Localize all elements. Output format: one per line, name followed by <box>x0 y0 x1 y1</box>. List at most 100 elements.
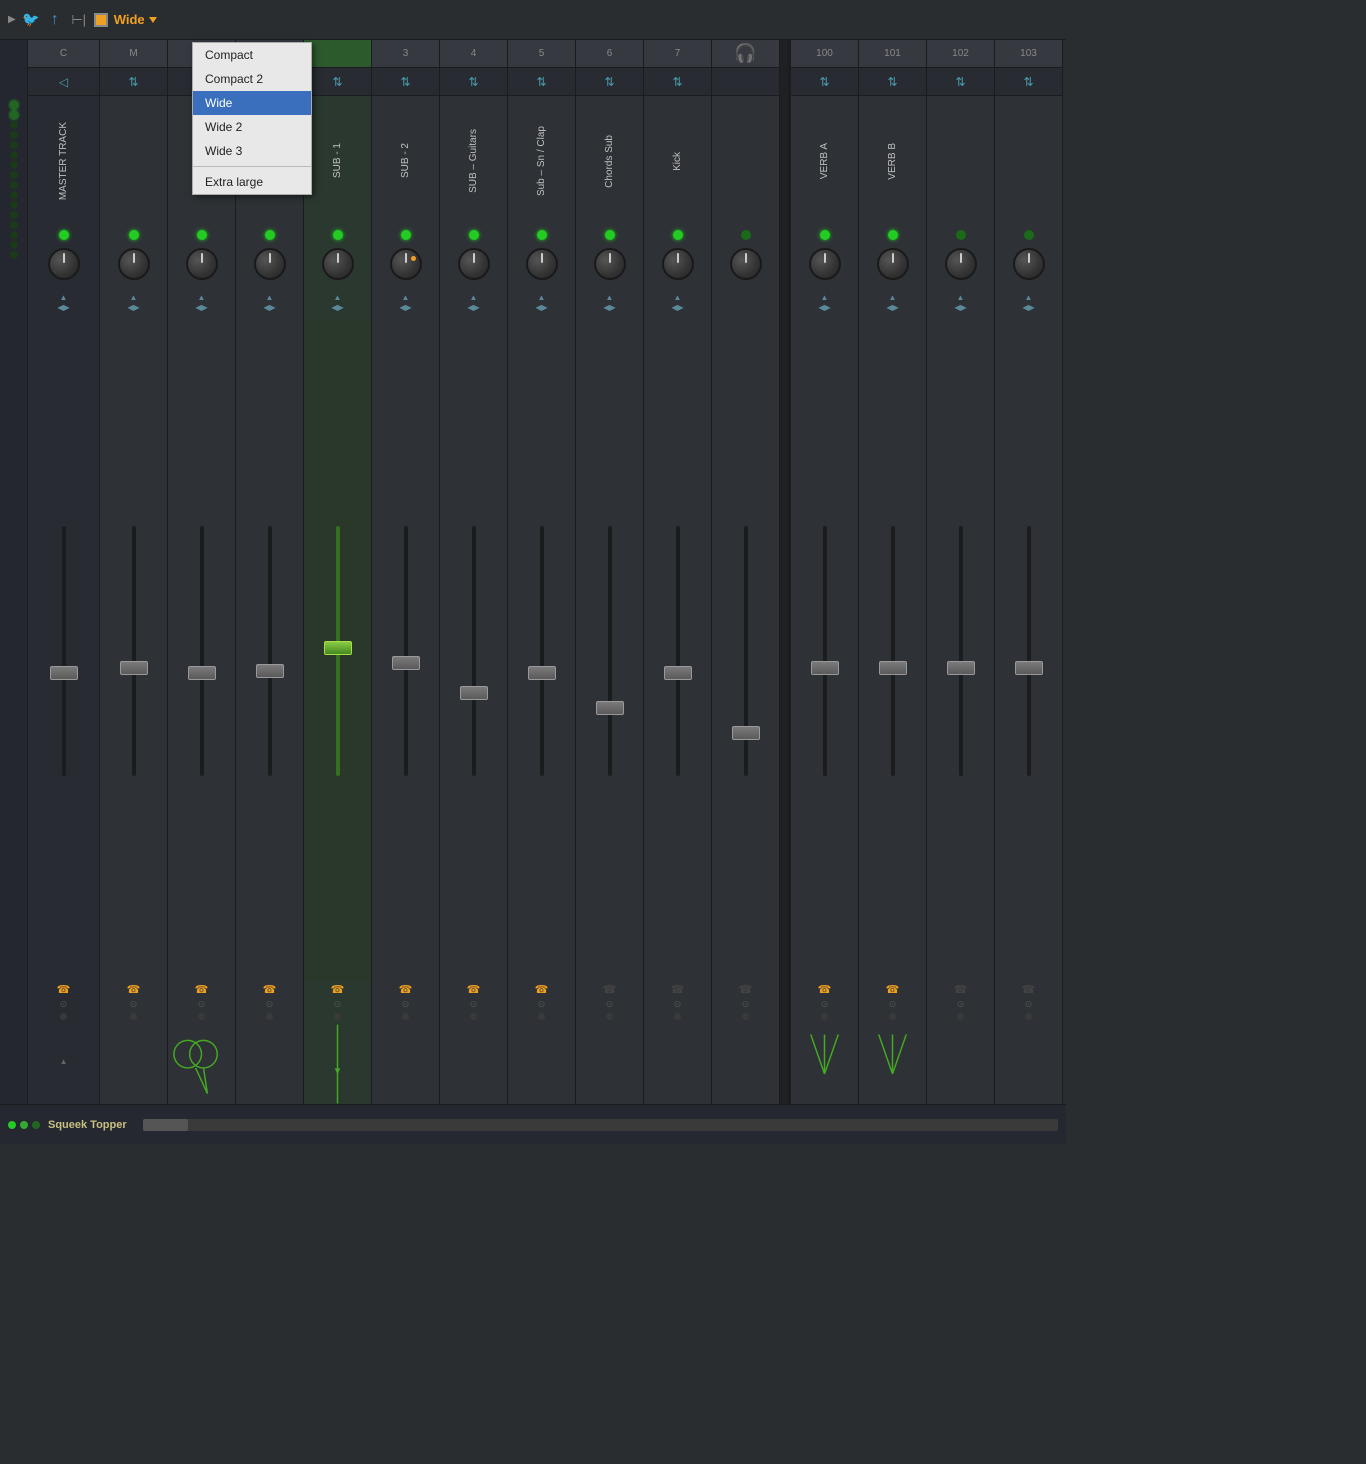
knob-m[interactable] <box>118 248 150 280</box>
view-dropdown-trigger[interactable]: Wide <box>114 12 157 27</box>
channel-101: 101 ⇅ VERB B ▲ ◀▶ <box>859 40 927 1104</box>
view-dropdown-menu: Compact Compact 2 Wide Wide 2 Wide 3 Ext… <box>192 42 312 195</box>
send-btn-m[interactable]: ☎ <box>127 985 141 996</box>
led-4 <box>469 230 479 240</box>
knob-100[interactable] <box>809 248 841 280</box>
skip-icon[interactable]: ⊢| <box>70 11 88 29</box>
dropdown-item-compact[interactable]: Compact <box>193 43 311 67</box>
view-label: Wide <box>114 12 145 27</box>
led-sub1 <box>333 230 343 240</box>
ch-num-m[interactable]: M <box>100 40 167 68</box>
knob-4[interactable] <box>458 248 490 280</box>
scale-led-11 <box>10 201 18 209</box>
scale-led-15 <box>10 241 18 249</box>
led-8 <box>741 230 751 240</box>
knob-3[interactable] <box>390 248 422 280</box>
channel-group-gap <box>780 40 788 1104</box>
channel-master: C ◁ MASTER TRACK ▲ ◀▶ <box>28 40 100 1104</box>
left-channel-group: C ◁ MASTER TRACK ▲ ◀▶ <box>28 40 780 1104</box>
ch-name-m <box>100 96 167 226</box>
knob-mono[interactable] <box>186 248 218 280</box>
fader-101[interactable] <box>879 661 907 675</box>
send-btn-4[interactable]: ☎ <box>467 985 481 996</box>
bird-icon[interactable]: 🐦 <box>22 11 40 29</box>
scale-led-7 <box>10 161 18 169</box>
send-btn-5[interactable]: ☎ <box>535 985 549 996</box>
dropdown-item-xl[interactable]: Extra large <box>193 170 311 194</box>
dot-m[interactable] <box>130 1013 137 1020</box>
dropdown-arrow-icon <box>149 17 157 23</box>
svg-text:▼: ▼ <box>333 1066 343 1077</box>
status-label: Squeek Topper <box>48 1119 127 1131</box>
knob-101[interactable] <box>877 248 909 280</box>
knob-103[interactable] <box>1013 248 1045 280</box>
send-btn-101[interactable]: ☎ <box>886 985 900 996</box>
knob-102[interactable] <box>945 248 977 280</box>
send-btn-mono[interactable]: ☎ <box>195 985 209 996</box>
send-btn-6[interactable]: ☎ <box>603 985 617 996</box>
knob-master[interactable] <box>28 244 99 284</box>
knob-7[interactable] <box>662 248 694 280</box>
fader-mono[interactable] <box>188 666 216 680</box>
scale-led-5 <box>10 141 18 149</box>
app-wrapper: ▶ 🐦 ↑ ⊢| Wide Compact Compact 2 Wide Wid… <box>0 0 1066 1144</box>
fader-sub1[interactable] <box>324 641 352 655</box>
ch-name-master: MASTER TRACK <box>28 96 99 226</box>
knob-5[interactable] <box>526 248 558 280</box>
dot-green2 <box>20 1121 28 1129</box>
knob-8[interactable] <box>730 248 762 280</box>
dropdown-divider <box>193 166 311 167</box>
ch-num-master[interactable]: C <box>28 40 99 68</box>
dot-master[interactable] <box>60 1013 67 1020</box>
send-btn-master[interactable]: ☎ <box>57 985 71 996</box>
led-6 <box>605 230 615 240</box>
fader-6[interactable] <box>596 701 624 715</box>
fader-4[interactable] <box>460 686 488 700</box>
clock-m[interactable]: ⊙ <box>130 999 138 1010</box>
fader-handle-master[interactable] <box>50 666 78 680</box>
progress-bar[interactable] <box>143 1119 1058 1131</box>
channel-100: 100 ⇅ VERB A ▲ ◀▶ <box>791 40 859 1104</box>
scale-led-3 <box>10 121 18 129</box>
fader-103[interactable] <box>1015 661 1043 675</box>
fader-3[interactable] <box>392 656 420 670</box>
bottom-icons-master: ☎ ⊙ <box>28 981 99 1024</box>
led-102 <box>956 230 966 240</box>
fader-100[interactable] <box>811 661 839 675</box>
send-btn-7[interactable]: ☎ <box>671 985 685 996</box>
send-btn-stereo[interactable]: ☎ <box>263 985 277 996</box>
fader-m[interactable] <box>120 661 148 675</box>
fader-102[interactable] <box>947 661 975 675</box>
dot-green <box>8 1121 16 1129</box>
led-master-green <box>59 230 69 240</box>
dropdown-item-wide[interactable]: Wide <box>193 91 311 115</box>
dropdown-item-wide3[interactable]: Wide 3 <box>193 139 311 163</box>
clock-master[interactable]: ⊙ <box>60 999 68 1010</box>
led-mono <box>197 230 207 240</box>
send-btn-100[interactable]: ☎ <box>818 985 832 996</box>
send-btn-3[interactable]: ☎ <box>399 985 413 996</box>
fader-5[interactable] <box>528 666 556 680</box>
right-channel-group: 100 ⇅ VERB A ▲ ◀▶ <box>788 40 1063 1104</box>
send-btn-sub1[interactable]: ☎ <box>331 985 345 996</box>
knob-sub1[interactable] <box>322 248 354 280</box>
fader-7[interactable] <box>664 666 692 680</box>
routing-svg-master: ▲ <box>28 1024 99 1104</box>
dropdown-item-compact2[interactable]: Compact 2 <box>193 67 311 91</box>
scale-led-1 <box>10 101 18 109</box>
fader-8[interactable] <box>732 726 760 740</box>
bottom-bar: Squeek Topper <box>0 1104 1066 1144</box>
ch-route-master[interactable]: ◁ <box>28 68 99 96</box>
ch-route-m[interactable]: ⇅ <box>100 68 167 96</box>
knob-6[interactable] <box>594 248 626 280</box>
collapse-arrow[interactable]: ▶ <box>8 14 16 25</box>
fader-stereo[interactable] <box>256 664 284 678</box>
channel-stereo: ⇅ STEREO FIE ▲ ◀▶ <box>236 40 304 1104</box>
channel-102: 102 ⇅ ▲ ◀▶ <box>927 40 995 1104</box>
color-box <box>94 13 108 27</box>
up-icon[interactable]: ↑ <box>46 11 64 29</box>
master-volume-knob[interactable] <box>48 248 80 280</box>
channel-6: 6 ⇅ Chords Sub ▲ ◀▶ <box>576 40 644 1104</box>
dropdown-item-wide2[interactable]: Wide 2 <box>193 115 311 139</box>
knob-stereo[interactable] <box>254 248 286 280</box>
